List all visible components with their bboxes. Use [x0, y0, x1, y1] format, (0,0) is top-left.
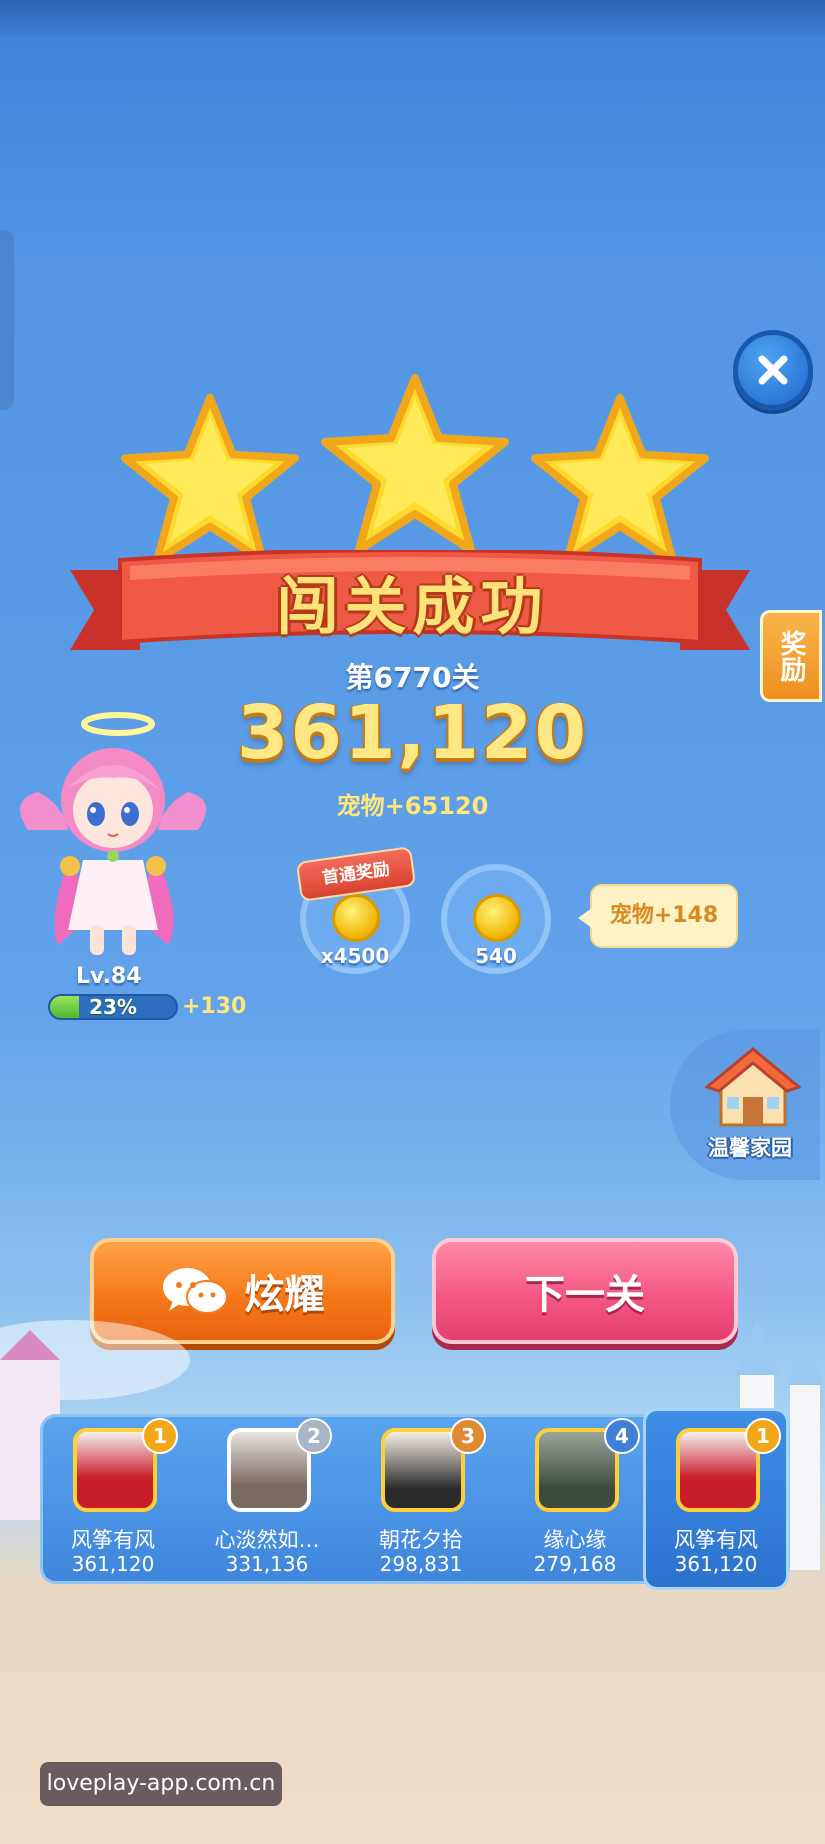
leaderboard-entry[interactable]: 4 缘心缘 279,168 [500, 1414, 650, 1584]
close-icon [758, 355, 788, 385]
coin-icon [473, 894, 521, 942]
coin-icon [332, 894, 380, 942]
pet-reward-bubble: 宠物+148 [578, 884, 738, 948]
player-name: 朝花夕拾 [379, 1528, 463, 1552]
watermark: loveplay-app.com.cn [40, 1762, 282, 1806]
leaderboard-self-entry[interactable]: 1 风筝有风 361,120 [641, 1414, 791, 1584]
rank-badge: 2 [296, 1418, 332, 1454]
player-name: 缘心缘 [543, 1528, 607, 1552]
player-score: 298,831 [379, 1552, 463, 1576]
side-handle[interactable] [0, 230, 14, 410]
rank-badge: 4 [604, 1418, 640, 1454]
player-score: 361,120 [71, 1552, 155, 1576]
experience-gain: +130 [182, 994, 247, 1019]
leaderboard-entry[interactable]: 3 朝花夕拾 298,831 [346, 1414, 496, 1584]
star-icon [530, 393, 710, 565]
star-rating [110, 370, 720, 570]
leaderboard-entry[interactable]: 1 风筝有风 361,120 [38, 1414, 188, 1584]
star-icon [321, 374, 509, 554]
player-score: 361,120 [674, 1552, 758, 1576]
player-name: 风筝有风 [71, 1528, 155, 1552]
reward-amount: x4500 [320, 944, 390, 968]
player-score: 331,136 [225, 1552, 309, 1576]
star-icon [120, 393, 300, 565]
rank-badge: 1 [142, 1418, 178, 1454]
player-name: 心淡然如… [214, 1528, 320, 1552]
character-level: Lv.84 [76, 964, 142, 989]
experience-percent: 23% [89, 995, 137, 1019]
rank-badge: 1 [745, 1418, 781, 1454]
home-label: 温馨家园 [708, 1136, 792, 1160]
reward-amount: 540 [475, 944, 517, 968]
share-button-label: 炫耀 [244, 1272, 325, 1318]
close-button[interactable] [733, 330, 813, 410]
next-level-label: 下一关 [525, 1272, 645, 1318]
player-name: 风筝有风 [674, 1528, 758, 1552]
player-score: 279,168 [533, 1552, 617, 1576]
top-bar [0, 0, 825, 36]
result-title: 闯关成功 [276, 570, 549, 643]
rank-badge: 3 [450, 1418, 486, 1454]
wechat-icon [162, 1268, 228, 1314]
leaderboard-entry[interactable]: 2 心淡然如… 331,136 [192, 1414, 342, 1584]
house-icon [705, 1047, 801, 1127]
angel-character-avatar[interactable] [8, 710, 218, 960]
